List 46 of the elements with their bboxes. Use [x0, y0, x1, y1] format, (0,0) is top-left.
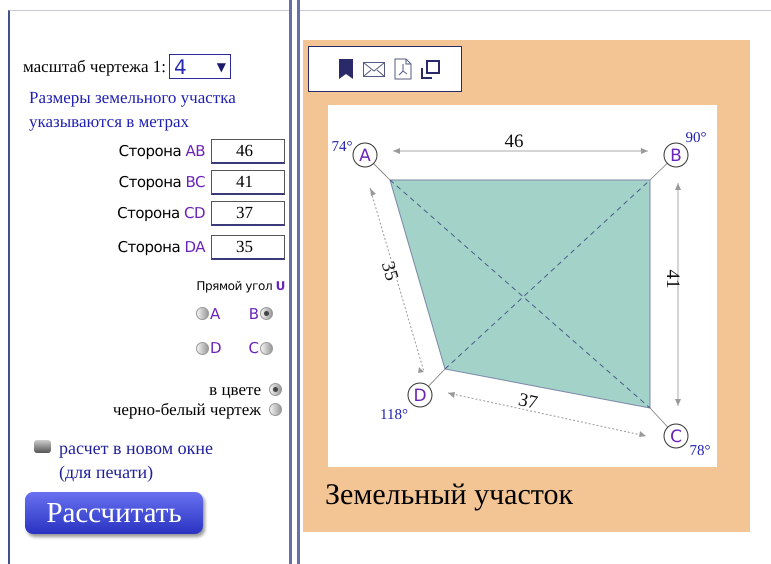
- angle-label: 118°: [380, 407, 408, 423]
- dimension-label: 46: [504, 131, 524, 152]
- bookmark-icon[interactable]: [338, 58, 354, 80]
- radio-button[interactable]: [260, 307, 273, 320]
- dimension-label: 35: [376, 259, 402, 284]
- color-mode-label: в цвете: [209, 380, 261, 400]
- side-input[interactable]: 46: [211, 138, 285, 164]
- angle-label: 74°: [332, 139, 352, 155]
- dimension-label: 37: [516, 389, 540, 414]
- calculate-button[interactable]: Рассчитать: [25, 492, 203, 534]
- color-mode-label: черно-белый чертеж: [112, 400, 261, 420]
- drawing-title: Земельный участок: [325, 477, 574, 513]
- corner-label: C: [248, 338, 259, 359]
- corner-label: B: [248, 304, 259, 324]
- caret-icon: ▼: [216, 58, 226, 76]
- print-note: (для печати): [59, 460, 154, 484]
- scale-select[interactable]: 4 ▼: [169, 54, 232, 80]
- units-note: Размеры земельного участка указываются в метрах: [29, 86, 237, 133]
- angle-label: 90°: [686, 130, 706, 146]
- corner-label: A: [210, 304, 220, 324]
- side-input[interactable]: 41: [211, 170, 285, 194]
- vertex-label: D: [408, 382, 432, 408]
- angle-label: 78°: [690, 443, 710, 459]
- pdf-icon[interactable]: [394, 58, 412, 80]
- radio-button[interactable]: [196, 342, 209, 355]
- dimension-label: 41: [662, 270, 683, 288]
- vertex-label: B: [664, 142, 688, 168]
- right-angle-label: Прямой угол U: [195, 278, 285, 294]
- side-label: Сторона BC: [118, 172, 205, 193]
- corner-label: D: [210, 338, 222, 359]
- new-window-label: расчет в новом окне: [59, 436, 213, 460]
- radio-button[interactable]: [196, 307, 209, 320]
- mail-icon[interactable]: [363, 62, 385, 76]
- side-label: Сторона AB: [118, 140, 205, 162]
- side-label: Сторона CD: [116, 202, 205, 224]
- radio-button[interactable]: [269, 383, 282, 396]
- side-input[interactable]: 37: [211, 200, 285, 226]
- vertex-label: C: [664, 424, 688, 448]
- radio-button[interactable]: [260, 342, 273, 355]
- checkbox[interactable]: [34, 440, 51, 452]
- scale-label: масштаб чертежа 1:: [23, 56, 166, 78]
- radio-button[interactable]: [269, 403, 282, 416]
- side-input[interactable]: 35: [211, 234, 285, 260]
- side-label: Сторона DA: [116, 236, 205, 258]
- window-icon[interactable]: [421, 60, 441, 78]
- vertex-label: A: [352, 142, 378, 168]
